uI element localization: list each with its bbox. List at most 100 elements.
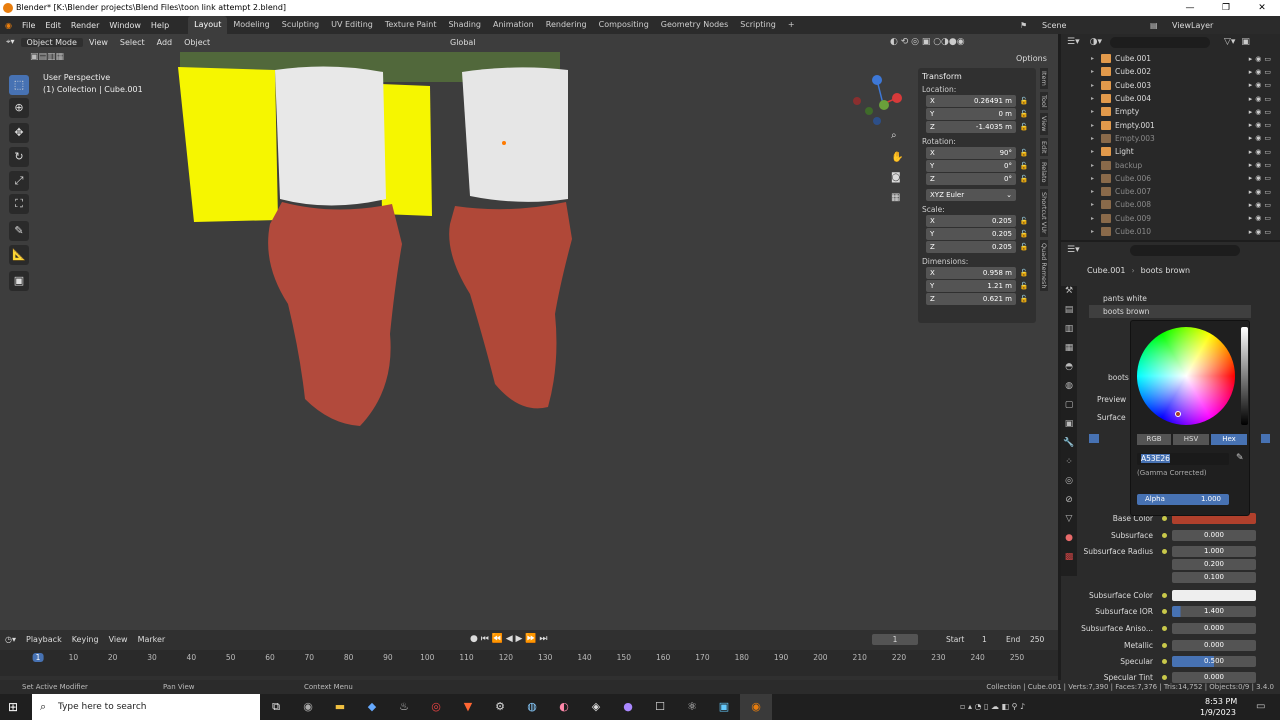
select-box-tool-icon[interactable]: ⬚: [9, 75, 29, 95]
output-props-icon[interactable]: ▥: [1061, 324, 1077, 343]
visibility-icon[interactable]: ▸◉▭: [1249, 95, 1274, 103]
properties-editor-icon[interactable]: ☰▾: [1067, 245, 1080, 255]
preview-panel[interactable]: Preview: [1097, 395, 1126, 404]
outliner-item[interactable]: ▸ Empty.001 ▸◉▭: [1061, 118, 1280, 131]
lock-icon[interactable]: 🔓: [1016, 243, 1032, 251]
zoom-icon[interactable]: ⌕: [891, 130, 897, 141]
move-tool-icon[interactable]: ✥: [9, 123, 29, 143]
minimize-button[interactable]: —: [1172, 0, 1208, 16]
dimensions-y-field[interactable]: Y 1.21 m: [926, 279, 1016, 292]
color-wheel-cursor[interactable]: [1175, 411, 1181, 417]
lock-icon[interactable]: 🔓: [1016, 162, 1032, 170]
hex-tab[interactable]: Hex: [1211, 434, 1247, 445]
visibility-icon[interactable]: ▸◉▭: [1249, 161, 1274, 169]
cursor-tool-icon[interactable]: ⊕: [9, 98, 29, 118]
tab-compositing[interactable]: Compositing: [593, 16, 655, 34]
rotation-y-field[interactable]: Y 0°: [926, 159, 1016, 172]
view-layer-name[interactable]: ViewLayer: [1172, 21, 1213, 30]
outliner-item[interactable]: ▸ Cube.008 ▸◉▭: [1061, 198, 1280, 211]
transform-tool-icon[interactable]: ⛶: [9, 194, 29, 214]
expand-arrow-icon[interactable]: ▸: [1091, 68, 1094, 75]
alpha-slider[interactable]: Alpha 1.000: [1137, 494, 1229, 505]
outliner-item[interactable]: ▸ Empty ▸◉▭: [1061, 105, 1280, 118]
menu-object[interactable]: Object: [178, 38, 216, 47]
close-button[interactable]: ✕: [1244, 0, 1280, 16]
expand-arrow-icon[interactable]: ▸: [1091, 188, 1094, 195]
add-cube-tool-icon[interactable]: ▣: [9, 271, 29, 291]
tab-shading[interactable]: Shading: [442, 16, 487, 34]
filter-icon[interactable]: ▽▾: [1224, 37, 1235, 47]
material-slots[interactable]: pants white boots brown: [1089, 292, 1251, 318]
frame-ruler[interactable]: 1 10 20 30 40 50 60 70 80 90 100 110 120 130 140 150 160…: [0, 650, 1058, 676]
app-icon-6[interactable]: ◈: [580, 694, 612, 720]
pan-hand-icon[interactable]: ✋: [891, 152, 903, 163]
tab-edit[interactable]: Edit: [1040, 137, 1048, 157]
visibility-icon[interactable]: ▸◉▭: [1249, 214, 1274, 222]
grid-icon[interactable]: ▦: [891, 192, 900, 203]
blender-menu-icon[interactable]: ◉: [0, 21, 17, 30]
current-frame-field[interactable]: 1: [872, 634, 918, 645]
material-name-field[interactable]: boots: [1108, 373, 1129, 382]
end-frame-field[interactable]: 250: [1030, 635, 1044, 644]
dimensions-z-field[interactable]: Z 0.621 m: [926, 292, 1016, 305]
property-value[interactable]: 0.500: [1172, 656, 1256, 667]
object-props-icon[interactable]: ▣: [1061, 419, 1077, 438]
visibility-icon[interactable]: ▸◉▭: [1249, 81, 1274, 89]
location-y-field[interactable]: Y0 m: [926, 107, 1016, 120]
tab-shortcut[interactable]: Shortcut VUr: [1040, 189, 1048, 237]
outliner-item[interactable]: ▸ Cube.006 ▸◉▭: [1061, 172, 1280, 185]
scale-x-field[interactable]: X 0.205: [926, 214, 1016, 227]
slot-pants-white[interactable]: pants white: [1089, 292, 1251, 305]
rotation-mode-dropdown[interactable]: XYZ Euler ⌄: [926, 188, 1016, 201]
rotation-x-field[interactable]: X 90°: [926, 146, 1016, 159]
socket-icon[interactable]: [1162, 593, 1167, 598]
tab-animation[interactable]: Animation: [487, 16, 540, 34]
expand-arrow-icon[interactable]: ▸: [1091, 82, 1094, 89]
socket-icon[interactable]: [1162, 516, 1167, 521]
location-x-field[interactable]: X 0.26491 m: [926, 94, 1016, 107]
expand-arrow-icon[interactable]: ▸: [1091, 148, 1094, 155]
expand-arrow-icon[interactable]: ▸: [1091, 55, 1094, 62]
value-slider[interactable]: [1241, 327, 1248, 425]
menu-marker[interactable]: Marker: [133, 635, 171, 644]
system-tray-icons[interactable]: ▫ ▴ ◔ ▯ ☁ ◧ ⚲ ♪: [960, 702, 1025, 711]
menu-playback[interactable]: Playback: [21, 635, 67, 644]
render-props-icon[interactable]: ▤: [1061, 305, 1077, 324]
steam-icon[interactable]: ♨: [388, 694, 420, 720]
physics-props-icon[interactable]: ◎: [1061, 476, 1077, 495]
lock-icon[interactable]: 🔓: [1016, 217, 1032, 225]
socket-icon[interactable]: [1162, 609, 1167, 614]
visibility-icon[interactable]: ▸◉▭: [1249, 121, 1274, 129]
scale-z-field[interactable]: Z 0.205: [926, 240, 1016, 253]
windows-start-icon[interactable]: ⊞: [8, 700, 18, 714]
socket-icon[interactable]: [1162, 659, 1167, 664]
tab-quad-remesh[interactable]: Quad Remesh: [1040, 239, 1048, 292]
menu-edit[interactable]: Edit: [40, 21, 66, 30]
visibility-icon[interactable]: ▸◉▭: [1249, 108, 1274, 116]
property-value[interactable]: 0.200: [1172, 559, 1256, 570]
menu-add[interactable]: Add: [151, 38, 179, 47]
property-value[interactable]: [1172, 590, 1256, 601]
visibility-icon[interactable]: ▸◉▭: [1249, 134, 1274, 142]
file-explorer-icon[interactable]: ▬: [324, 694, 356, 720]
socket-icon[interactable]: [1162, 549, 1167, 554]
3d-viewport[interactable]: User Perspective (1) Collection | Cube.0…: [0, 34, 1058, 630]
menu-keying[interactable]: Keying: [67, 635, 104, 644]
tab-scripting[interactable]: Scripting: [734, 16, 782, 34]
tab-rendering[interactable]: Rendering: [540, 16, 593, 34]
property-value[interactable]: 0.000: [1172, 623, 1256, 634]
start-frame-field[interactable]: 1: [982, 635, 987, 644]
expand-arrow-icon[interactable]: ▸: [1091, 201, 1094, 208]
tab-geometry-nodes[interactable]: Geometry Nodes: [655, 16, 734, 34]
brave-icon[interactable]: ▼: [452, 694, 484, 720]
tool-props-icon[interactable]: ⚒: [1061, 286, 1077, 305]
tab-modeling[interactable]: Modeling: [227, 16, 275, 34]
visibility-icon[interactable]: ▸◉▭: [1249, 68, 1274, 76]
collection-props-icon[interactable]: ▢: [1061, 400, 1077, 419]
scene-name[interactable]: Scene: [1042, 21, 1066, 30]
lock-icon[interactable]: 🔓: [1016, 110, 1032, 118]
measure-tool-icon[interactable]: 📐: [9, 245, 29, 265]
menu-file[interactable]: File: [17, 21, 40, 30]
outliner-item[interactable]: ▸ Cube.007 ▸◉▭: [1061, 185, 1280, 198]
hsv-tab[interactable]: HSV: [1173, 434, 1209, 445]
